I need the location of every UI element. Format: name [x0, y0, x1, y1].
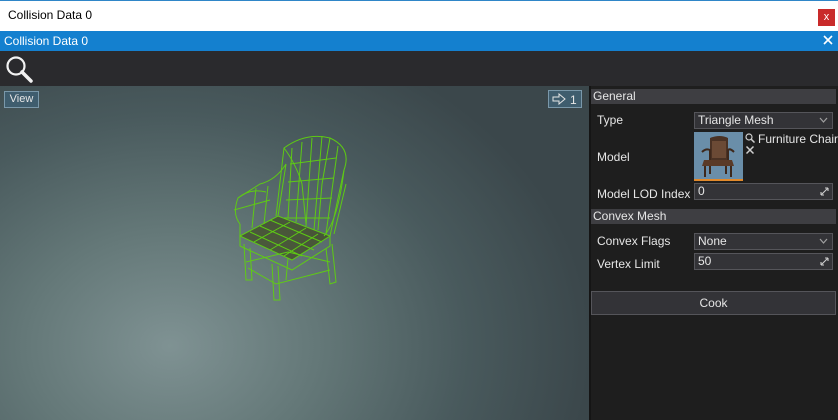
properties-panel: General Type Triangle Mesh Model Furnitu…: [591, 86, 838, 420]
search-icon[interactable]: [4, 54, 34, 84]
collision-mesh-wireframe: [233, 135, 347, 301]
window-title: Collision Data 0: [8, 8, 93, 22]
window-titlebar: Collision Data 0 x: [0, 0, 838, 31]
convex-mesh-group-header[interactable]: Convex Mesh: [591, 209, 836, 224]
arrow-right-icon: [552, 93, 566, 105]
model-lod-field[interactable]: 0: [694, 183, 833, 200]
clear-icon[interactable]: [745, 145, 755, 155]
vertex-limit-field[interactable]: 50: [694, 253, 833, 270]
model-label: Model: [597, 150, 630, 164]
window-close-button[interactable]: x: [818, 9, 835, 26]
close-icon[interactable]: [821, 33, 835, 47]
type-label: Type: [597, 113, 624, 127]
model-thumbnail[interactable]: [694, 132, 743, 181]
model-lod-value: 0: [698, 184, 705, 198]
cook-button[interactable]: Cook: [591, 291, 836, 315]
chevron-down-icon: [819, 238, 828, 244]
view-button[interactable]: View: [4, 91, 39, 108]
tab-title[interactable]: Collision Data 0: [4, 34, 88, 48]
convex-flags-dropdown[interactable]: None: [694, 233, 833, 250]
toolbar: [0, 51, 838, 86]
model-lod-label: Model LOD Index: [597, 187, 691, 201]
model-asset-name: Furniture Chair: [758, 132, 838, 146]
vertex-limit-value: 50: [698, 254, 712, 268]
general-group-header[interactable]: General: [591, 89, 836, 104]
editor-tab-bar: Collision Data 0: [0, 31, 838, 51]
resize-icon[interactable]: [820, 257, 829, 266]
resize-icon[interactable]: [820, 187, 829, 196]
camera-speed-value: 1: [570, 93, 577, 107]
preview-viewport[interactable]: View 1: [0, 86, 589, 420]
type-value: Triangle Mesh: [698, 113, 774, 127]
chevron-down-icon: [819, 117, 828, 123]
camera-speed-button[interactable]: 1: [548, 90, 582, 108]
type-dropdown[interactable]: Triangle Mesh: [694, 112, 833, 129]
convex-flags-label: Convex Flags: [597, 234, 671, 248]
convex-flags-value: None: [698, 234, 727, 248]
vertex-limit-label: Vertex Limit: [597, 257, 660, 271]
search-icon[interactable]: [745, 133, 755, 143]
chair-thumbnail-icon: [694, 132, 743, 179]
